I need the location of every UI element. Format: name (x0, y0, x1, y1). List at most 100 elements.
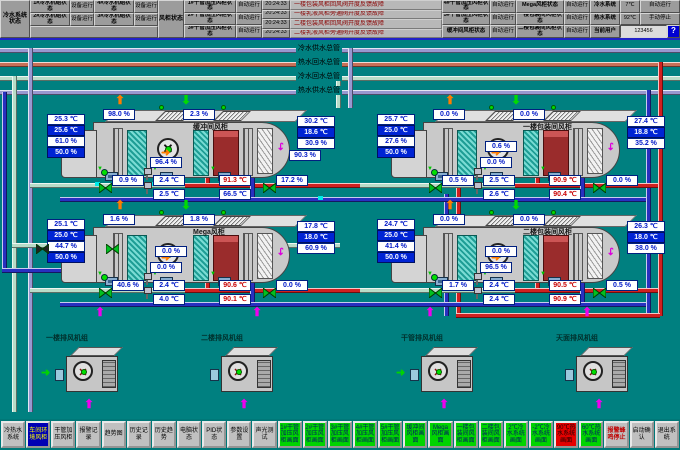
unit-top-face (580, 347, 633, 356)
toolbar-button-nav[interactable]: 2℃冷水系统画面 (504, 421, 528, 448)
toolbar-button-nav[interactable]: 缓冲间风柜画面 (403, 421, 427, 448)
current-user-label: 当前用户 (590, 25, 620, 38)
toolbar-button-nav[interactable]: 历史记录 (127, 421, 151, 448)
supply-setpoint-value[interactable]: 18.8 ℃ (627, 127, 665, 138)
exhaust-air-arrow-icon: ⬇ (511, 199, 521, 211)
toolbar-button-nav[interactable]: 5#干管加压风柜画面 (378, 421, 402, 448)
fan-icon[interactable]: ✕ (428, 361, 448, 381)
valve-icon[interactable] (263, 180, 276, 190)
toolbar-button-nav[interactable]: 历史趋势 (152, 421, 176, 448)
room-setpoint-value[interactable]: 50.0 % (47, 252, 85, 263)
toolbar-button-nav[interactable]: 二楼包装间风柜画面 (479, 421, 503, 448)
toolbar-button-nav[interactable]: 2#干管加压风柜画面 (303, 421, 327, 448)
supply-setpoint-value[interactable]: 18.6 ℃ (297, 127, 335, 138)
alarm-row[interactable]: 二楼乳液风柜旁通阀开度反馈故障 (290, 29, 442, 39)
valve-icon[interactable] (593, 285, 606, 295)
toolbar-button-nav[interactable]: 冷热水系统 (1, 421, 25, 448)
damper-arrow-icon: ▼ (210, 166, 216, 172)
toolbar-button-nav[interactable]: 参数设置 (227, 421, 251, 448)
chilled-water-group-label: 冷水系统状态 (0, 0, 30, 38)
valve-icon[interactable] (99, 285, 112, 295)
exhaust-fan-unit[interactable]: ✕一楼排风机组➜⬆ (58, 344, 128, 399)
chiller-status-value: 设备运行 (70, 0, 94, 13)
chiller-status-label: 1#冷水机组状态 (30, 0, 70, 13)
valve-icon[interactable] (429, 285, 442, 295)
toolbar-button-nav[interactable]: 90℃热水系统画面 (554, 421, 578, 448)
toolbar-button-nav[interactable]: 3#干管加压风柜画面 (328, 421, 352, 448)
toolbar-button-nav[interactable]: 报警蜂鸣停止 (604, 421, 628, 448)
exhaust-unit-label: 天面排风机组 (556, 333, 651, 343)
water-valve-position: 0.5 % (606, 280, 638, 291)
fan-icon[interactable]: ✕ (73, 361, 93, 381)
ahu-status-label: 二楼包装间风柜状态 (516, 25, 564, 38)
toolbar-button-nav[interactable]: 报警记录 (76, 421, 100, 448)
valve-icon[interactable] (593, 180, 606, 190)
bypass-valve-position: 40.6 % (112, 280, 144, 291)
ahu-unit[interactable]: ↩✕↪➜Mega风柜25.1 ℃25.0 ℃44.7 %50.0 %1.6 %1… (55, 213, 305, 288)
ahu-unit[interactable]: ↩✕↪➜一楼包装间风柜25.7 ℃25.0 ℃27.6 %50.0 %0.0 %… (385, 108, 635, 183)
ahu-status-label: 5#干管加压风柜状态 (442, 13, 490, 26)
room-setpoint-value[interactable]: 25.0 ℃ (377, 125, 415, 136)
ahu-unit[interactable]: ↩✕↪➜二楼包装间风柜24.7 ℃25.0 ℃41.4 %50.0 %0.0 %… (385, 213, 635, 288)
alarm-row[interactable]: 二楼包装风柜回风阀开度反馈故障 (290, 19, 442, 29)
supply-setpoint-value[interactable]: 18.0 ℃ (297, 232, 335, 243)
supply-setpoint-value[interactable]: 18.0 ℃ (627, 232, 665, 243)
room-measured-value: 61.0 % (47, 136, 85, 147)
water-valve-position: 17.2 % (276, 175, 308, 186)
filter-section (113, 128, 123, 176)
internal-damper-value: 0.0 % (150, 262, 182, 273)
toolbar-button-nav[interactable]: 趋势图 (102, 421, 126, 448)
filter-section (443, 233, 453, 281)
toolbar-button-nav[interactable]: 退出系统 (655, 421, 679, 448)
room-setpoint-value[interactable]: 25.6 ℃ (47, 125, 85, 136)
duct-fan-status-value: 自动运行 (236, 13, 262, 26)
toolbar-button-nav[interactable]: 启动确认 (630, 421, 654, 448)
toolbar-button-nav[interactable]: 干管加压风柜 (51, 421, 75, 448)
pipe-temperature: 2.4 ℃ (153, 175, 185, 186)
room-setpoint-value[interactable]: 25.0 ℃ (377, 230, 415, 241)
damper-actuator-icon (210, 369, 219, 381)
status-dot (551, 105, 556, 110)
temp-sensor-icon (146, 172, 148, 180)
chiller-status-value: 设备运行 (134, 13, 158, 26)
toolbar-button-current-screen[interactable]: 车间环境风柜 (26, 421, 50, 448)
exhaust-fan-unit[interactable]: ✕干管排风机组➜⬆ (413, 344, 483, 399)
room-measured-value: 44.7 % (47, 241, 85, 252)
toolbar-button-nav[interactable]: 一楼包装间风柜画面 (454, 421, 478, 448)
help-button[interactable]: ? (667, 25, 680, 38)
flow-arrow-icon: ⬆ (594, 398, 604, 410)
room-setpoint-value[interactable]: 50.0 % (47, 147, 85, 158)
toolbar-button-nav[interactable]: 电脑状态 (177, 421, 201, 448)
alarm-row[interactable]: 一楼乳液风柜旁通阀开度反馈故障 (290, 10, 442, 20)
fan-icon[interactable]: ✕ (583, 361, 603, 381)
chiller-status-label: 4#冷水机组状态 (94, 0, 134, 13)
room-setpoint-value[interactable]: 25.0 ℃ (47, 230, 85, 241)
alarm-row[interactable]: 一楼包装风柜回风阀开度反馈故障 (290, 0, 442, 10)
valve-icon[interactable] (429, 180, 442, 190)
vent-grille-icon (457, 360, 471, 388)
exhaust-unit-label: 一楼排风机组 (46, 333, 141, 343)
valve-icon[interactable] (36, 241, 49, 251)
valve-icon[interactable] (106, 241, 119, 251)
toolbar-button-nav[interactable]: PID状态 (202, 421, 226, 448)
valve-icon[interactable] (99, 180, 112, 190)
cooling-coil (193, 130, 209, 176)
toolbar-button-nav[interactable]: 声光测试 (252, 421, 276, 448)
toolbar-button-nav[interactable]: -2℃冷水系统画面 (529, 421, 553, 448)
toolbar-button-nav[interactable]: 4#干管加压风柜画面 (353, 421, 377, 448)
toolbar-button-nav[interactable]: 60℃热水系统画面 (579, 421, 603, 448)
exhaust-air-arrow-icon: ⬇ (181, 94, 191, 106)
vent-grille-icon (102, 360, 116, 388)
flow-arrow-icon: ⬆ (582, 306, 592, 318)
toolbar-button-nav[interactable]: 1#干管加压风柜画面 (278, 421, 302, 448)
toolbar-button-nav[interactable]: Mega风柜画面 (428, 421, 452, 448)
room-setpoint-value[interactable]: 50.0 % (377, 252, 415, 263)
ahu-unit[interactable]: ↩✕↪➜缓冲间风柜25.3 ℃25.6 ℃61.0 %50.0 %98.0 %2… (55, 108, 305, 183)
fan-icon[interactable]: ✕ (228, 361, 248, 381)
exhaust-fan-unit[interactable]: ✕二楼排风机组⬆ (213, 344, 283, 399)
valve-icon[interactable] (263, 285, 276, 295)
return-water-temperature: 90.9 ℃ (549, 294, 581, 305)
exhaust-fan-unit[interactable]: ✕天面排风机组⬆ (568, 344, 638, 399)
fan-run-indicator (436, 369, 442, 375)
room-setpoint-value[interactable]: 50.0 % (377, 147, 415, 158)
